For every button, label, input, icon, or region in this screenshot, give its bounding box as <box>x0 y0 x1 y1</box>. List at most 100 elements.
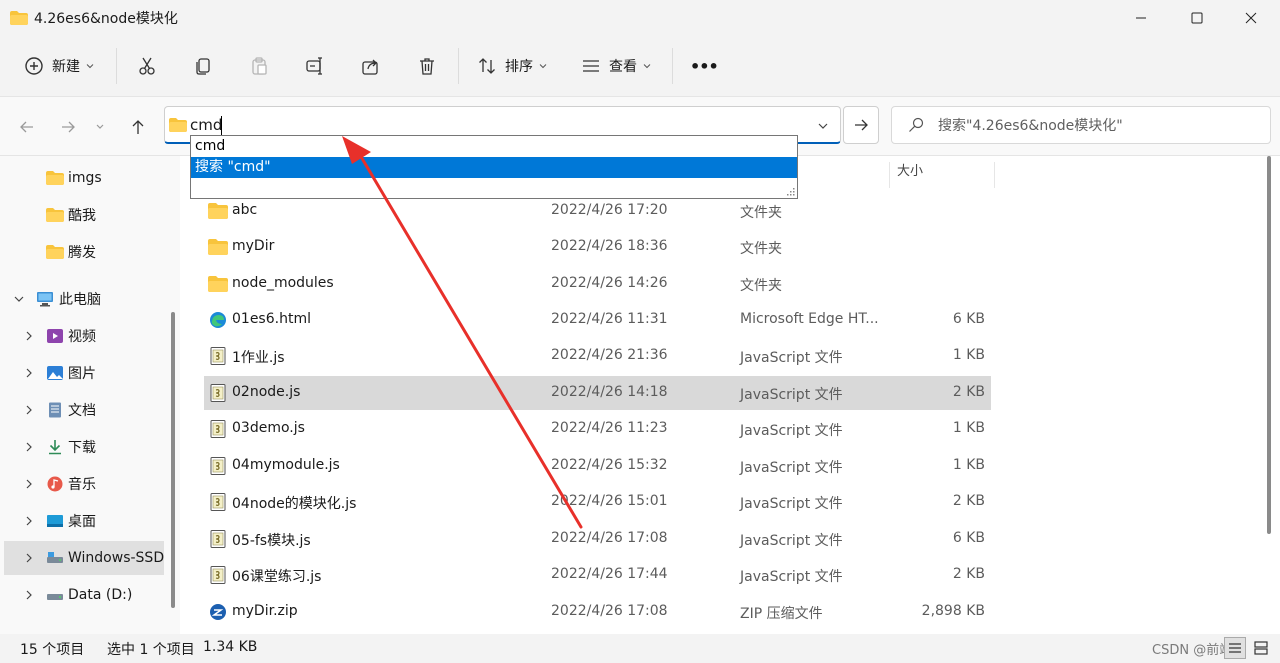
file-name: abc <box>232 202 258 218</box>
search-input[interactable]: 搜索"4.26es6&node模块化" <box>891 106 1271 144</box>
file-row[interactable]: node_modules 2022/4/26 14:26 文件夹 <box>204 267 991 301</box>
chevron-right-icon[interactable] <box>24 479 34 489</box>
title-bar: 4.26es6&node模块化 <box>0 0 1280 36</box>
sidebar-item-kuwo[interactable]: 酷我 <box>4 198 164 232</box>
chevron-down-icon <box>643 64 651 69</box>
file-row[interactable]: 05-fs模块.js 2022/4/26 17:08 JavaScript 文件… <box>204 522 991 556</box>
sidebar-item-windows-ssd[interactable]: Windows-SSD <box>4 541 164 575</box>
chevron-right-icon[interactable] <box>24 405 34 415</box>
folder-icon <box>46 208 64 222</box>
chevron-right-icon[interactable] <box>24 590 34 600</box>
sort-icon <box>479 58 495 74</box>
autocomplete-item[interactable]: cmd <box>191 136 797 157</box>
documents-icon <box>49 402 61 418</box>
sort-button[interactable]: 排序 <box>477 50 547 82</box>
recent-locations-button[interactable] <box>90 113 110 141</box>
view-list-icon <box>583 60 599 72</box>
file-row[interactable]: 01es6.html 2022/4/26 11:31 Microsoft Edg… <box>204 303 991 337</box>
maximize-icon <box>1191 12 1203 24</box>
close-button[interactable] <box>1228 0 1274 36</box>
rename-button[interactable] <box>305 50 325 82</box>
file-name: 01es6.html <box>232 311 311 327</box>
file-date: 2022/4/26 15:32 <box>551 457 668 473</box>
minimize-button[interactable] <box>1118 0 1164 36</box>
view-button-label: 查看 <box>609 59 637 75</box>
copy-button[interactable] <box>193 50 213 82</box>
sidebar-item-videos[interactable]: 视频 <box>4 319 164 353</box>
file-row[interactable]: 03demo.js 2022/4/26 11:23 JavaScript 文件 … <box>204 412 991 446</box>
sidebar-item-this-pc[interactable]: 此电脑 <box>4 282 164 316</box>
sidebar-item-tengfa[interactable]: 腾发 <box>4 235 164 269</box>
file-name: 02node.js <box>232 384 301 400</box>
sidebar-item-label: 此电脑 <box>59 292 101 308</box>
tiles-view-button[interactable] <box>1250 637 1272 659</box>
go-button[interactable] <box>843 106 879 144</box>
view-button[interactable]: 查看 <box>581 50 651 82</box>
file-row-selected[interactable]: 02node.js 2022/4/26 14:18 JavaScript 文件 … <box>204 376 991 410</box>
file-size: 2 KB <box>952 493 985 509</box>
file-size: 2,898 KB <box>921 603 985 619</box>
desktop-icon <box>47 515 63 527</box>
sidebar-item-imgs[interactable]: imgs <box>4 161 164 195</box>
share-button[interactable] <box>361 50 381 82</box>
sort-button-label: 排序 <box>505 59 533 75</box>
sidebar-item-data-drive[interactable]: Data (D:) <box>4 578 164 612</box>
delete-button[interactable] <box>417 50 437 82</box>
selected-size: 1.34 KB <box>203 639 258 655</box>
file-name: myDir.zip <box>232 603 298 619</box>
file-size: 1 KB <box>952 420 985 436</box>
chevron-down-icon[interactable] <box>14 294 24 304</box>
sidebar-item-documents[interactable]: 文档 <box>4 393 164 427</box>
maximize-button[interactable] <box>1174 0 1220 36</box>
file-type: JavaScript 文件 <box>740 423 843 439</box>
file-row[interactable]: 06课堂练习.js 2022/4/26 17:44 JavaScript 文件 … <box>204 558 991 592</box>
folder-icon <box>208 239 228 255</box>
column-header-size[interactable]: 大小 <box>897 156 923 192</box>
new-button[interactable]: 新建 <box>24 50 94 82</box>
file-row[interactable]: myDir 2022/4/26 18:36 文件夹 <box>204 230 991 264</box>
sidebar-scrollbar[interactable] <box>171 312 175 608</box>
file-date: 2022/4/26 11:23 <box>551 420 668 436</box>
sidebar-item-downloads[interactable]: 下载 <box>4 430 164 464</box>
resize-grip-icon[interactable] <box>785 186 795 196</box>
file-row[interactable]: 04node的模块化.js 2022/4/26 15:01 JavaScript… <box>204 485 991 519</box>
file-list-scrollbar[interactable] <box>1267 156 1271 534</box>
folder-icon <box>46 245 64 259</box>
chevron-right-icon[interactable] <box>24 553 34 563</box>
item-count: 15 个项目 <box>20 642 85 658</box>
up-button[interactable] <box>124 113 152 141</box>
sidebar-item-pictures[interactable]: 图片 <box>4 356 164 390</box>
file-date: 2022/4/26 17:08 <box>551 530 668 546</box>
file-date: 2022/4/26 18:36 <box>551 238 668 254</box>
file-name: 04mymodule.js <box>232 457 340 473</box>
file-row[interactable]: myDir.zip 2022/4/26 17:08 ZIP 压缩文件 2,898… <box>204 595 991 629</box>
chevron-right-icon[interactable] <box>24 331 34 341</box>
cut-button[interactable] <box>137 50 157 82</box>
file-row[interactable]: abc 2022/4/26 17:20 文件夹 <box>204 194 991 228</box>
forward-button[interactable] <box>54 113 82 141</box>
sidebar-item-music[interactable]: 音乐 <box>4 467 164 501</box>
file-size: 1 KB <box>952 457 985 473</box>
autocomplete-item-search[interactable]: 搜索 "cmd" <box>191 157 797 178</box>
sidebar-item-desktop[interactable]: 桌面 <box>4 504 164 538</box>
js-file-icon <box>210 530 226 548</box>
js-file-icon <box>210 566 226 584</box>
chevron-right-icon[interactable] <box>24 516 34 526</box>
chevron-down-icon[interactable] <box>818 121 828 131</box>
sidebar-item-label: 酷我 <box>68 208 96 224</box>
file-date: 2022/4/26 17:08 <box>551 603 668 619</box>
sidebar-item-label: 图片 <box>68 366 96 382</box>
add-icon <box>25 57 43 75</box>
pc-icon <box>37 292 53 307</box>
sidebar-item-label: 腾发 <box>68 245 96 261</box>
file-row[interactable]: 04mymodule.js 2022/4/26 15:32 JavaScript… <box>204 449 991 483</box>
details-view-button[interactable] <box>1224 637 1246 659</box>
more-options-button[interactable]: ••• <box>690 50 719 82</box>
chevron-right-icon[interactable] <box>24 442 34 452</box>
toolbar-divider <box>116 48 117 84</box>
chevron-right-icon[interactable] <box>24 368 34 378</box>
paste-button[interactable] <box>249 50 269 82</box>
file-name: 1作业.js <box>232 350 285 366</box>
back-button[interactable] <box>13 113 41 141</box>
file-row[interactable]: 1作业.js 2022/4/26 21:36 JavaScript 文件 1 K… <box>204 339 991 373</box>
